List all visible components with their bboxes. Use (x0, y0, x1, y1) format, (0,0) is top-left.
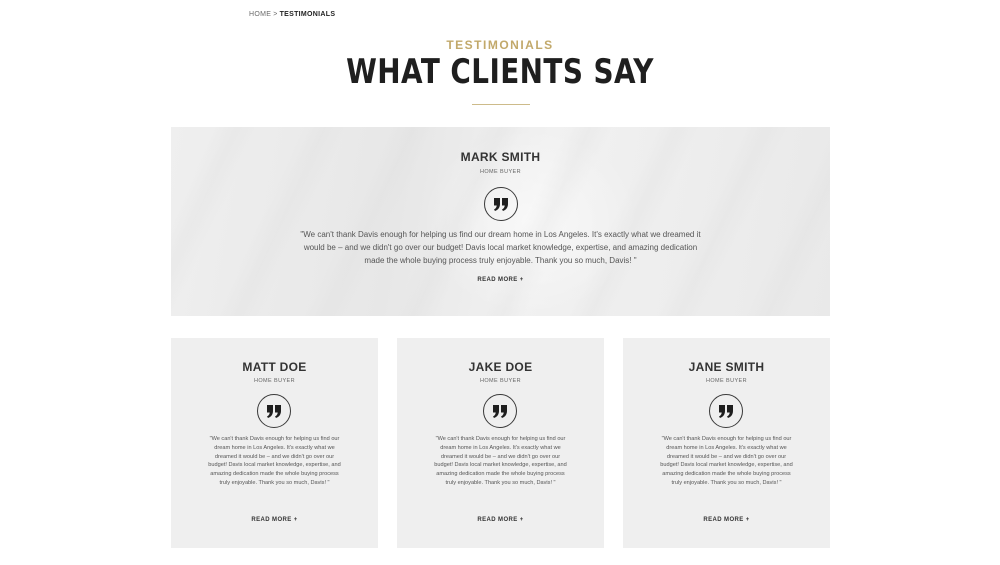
featured-testimonial: MARK SMITH HOME BUYER "We can't thank Da… (171, 127, 830, 316)
quote-icon (709, 394, 743, 428)
title-divider (472, 104, 530, 105)
breadcrumb-separator: > (273, 11, 278, 18)
quote-icon (484, 187, 518, 221)
quote-icon (483, 394, 517, 428)
quote-text: "We can't thank Davis enough for helping… (434, 436, 567, 486)
featured-client-name: MARK SMITH (460, 150, 541, 164)
quote-text: "We can't thank Davis enough for helping… (208, 436, 341, 486)
read-more-link[interactable]: READ MORE + (171, 517, 378, 523)
breadcrumb-current: TESTIMONIALS (279, 11, 336, 18)
client-name: JANE SMITH (688, 360, 765, 374)
quote-icon (257, 394, 291, 428)
featured-read-more-link[interactable]: READ MORE + (171, 277, 830, 283)
client-name: JAKE DOE (468, 360, 533, 374)
testimonial-card: MATT DOE HOME BUYER "We can't thank Davi… (171, 338, 378, 548)
read-more-link[interactable]: READ MORE + (397, 517, 604, 523)
client-role: HOME BUYER (706, 378, 747, 384)
testimonial-card: JANE SMITH HOME BUYER "We can't thank Da… (623, 338, 830, 548)
breadcrumb-home-link[interactable]: HOME (249, 11, 271, 18)
featured-client-role: HOME BUYER (480, 169, 521, 175)
quote-text: "We can't thank Davis enough for helping… (660, 436, 793, 486)
client-name: MATT DOE (242, 360, 307, 374)
featured-quote-text: "We can't thank Davis enough for helping… (300, 230, 701, 265)
section-eyebrow: TESTIMONIALS (446, 38, 554, 52)
read-more-link[interactable]: READ MORE + (623, 517, 830, 523)
client-role: HOME BUYER (254, 378, 295, 384)
page-title: WHAT CLIENTS SAY (346, 52, 654, 92)
breadcrumb: HOME > TESTIMONIALS (249, 11, 335, 18)
client-role: HOME BUYER (480, 378, 521, 384)
testimonial-card: JAKE DOE HOME BUYER "We can't thank Davi… (397, 338, 604, 548)
